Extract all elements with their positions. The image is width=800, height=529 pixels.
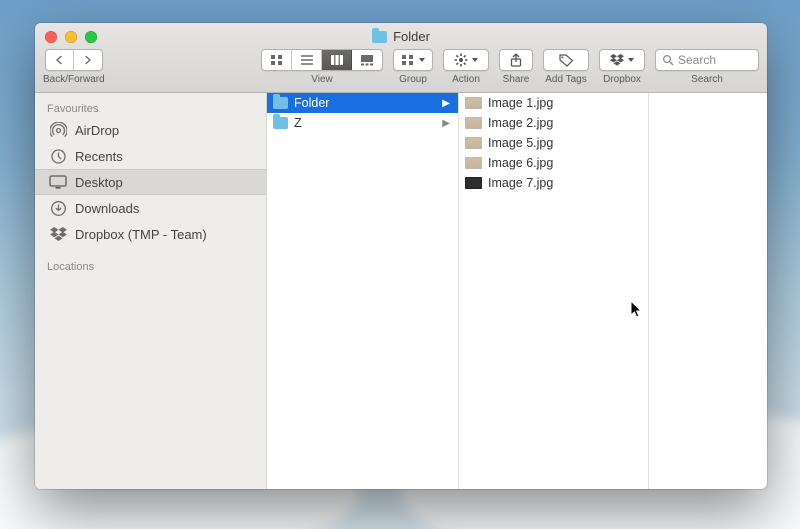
group-label: Group xyxy=(399,74,427,85)
list-item[interactable]: Folder ▶ xyxy=(267,93,458,113)
list-item-label: Folder xyxy=(294,96,329,110)
group-icon xyxy=(401,54,415,66)
column-2[interactable]: Image 1.jpg Image 2.jpg Image 5.jpg Imag… xyxy=(459,93,649,489)
list-item[interactable]: Image 6.jpg xyxy=(459,153,648,173)
chevron-down-icon xyxy=(628,58,634,62)
folder-icon xyxy=(273,97,288,109)
image-thumb-icon xyxy=(465,157,482,169)
back-button[interactable] xyxy=(46,50,74,70)
back-forward-group: Back/Forward xyxy=(43,49,105,85)
action-label: Action xyxy=(452,74,480,85)
sidebar-item-desktop[interactable]: Desktop xyxy=(35,169,266,195)
sidebar-item-airdrop[interactable]: AirDrop xyxy=(35,117,266,143)
chevron-right-icon: ▶ xyxy=(442,118,450,129)
list-item-label: Image 1.jpg xyxy=(488,96,553,110)
view-group: View xyxy=(261,49,383,85)
view-list[interactable] xyxy=(292,50,322,70)
folder-icon xyxy=(372,31,387,43)
dropbox-icon xyxy=(610,54,624,67)
share-label: Share xyxy=(503,74,530,85)
action-menu-group: Action xyxy=(443,49,489,85)
image-thumb-icon xyxy=(465,177,482,189)
window-body: Favourites AirDrop Recents Desktop xyxy=(35,93,767,489)
list-item[interactable]: Image 7.jpg xyxy=(459,173,648,193)
column-1[interactable]: Folder ▶ Z ▶ xyxy=(267,93,459,489)
add-tags-label: Add Tags xyxy=(545,74,587,85)
list-item[interactable]: Image 2.jpg xyxy=(459,113,648,133)
search-group: Search Search xyxy=(655,49,759,85)
list-item-label: Z xyxy=(294,116,302,130)
list-item[interactable]: Image 1.jpg xyxy=(459,93,648,113)
sidebar-item-downloads[interactable]: Downloads xyxy=(35,195,266,221)
toolbar: Back/Forward xyxy=(43,49,759,91)
share-button[interactable] xyxy=(499,49,533,71)
sidebar-header-locations: Locations xyxy=(35,257,266,275)
clock-icon xyxy=(49,147,67,165)
view-gallery[interactable] xyxy=(352,50,382,70)
sidebar-item-label: Dropbox (TMP - Team) xyxy=(75,227,207,242)
view-columns[interactable] xyxy=(322,50,352,70)
list-item-label: Image 2.jpg xyxy=(488,116,553,130)
action-menu-button[interactable] xyxy=(443,49,489,71)
sidebar: Favourites AirDrop Recents Desktop xyxy=(35,93,267,489)
share-icon xyxy=(510,53,522,67)
back-forward-label: Back/Forward xyxy=(43,74,105,85)
gear-icon xyxy=(454,53,468,67)
back-forward-segment xyxy=(45,49,103,71)
image-thumb-icon xyxy=(465,117,482,129)
share-group: Share xyxy=(499,49,533,85)
sidebar-item-dropbox[interactable]: Dropbox (TMP - Team) xyxy=(35,221,266,247)
sidebar-item-recents[interactable]: Recents xyxy=(35,143,266,169)
image-thumb-icon xyxy=(465,137,482,149)
window-title: Folder xyxy=(35,29,767,44)
airdrop-icon xyxy=(49,121,67,139)
column-3[interactable] xyxy=(649,93,767,489)
view-icon-grid[interactable] xyxy=(262,50,292,70)
sidebar-item-label: AirDrop xyxy=(75,123,119,138)
sidebar-item-label: Downloads xyxy=(75,201,139,216)
list-item[interactable]: Z ▶ xyxy=(267,113,458,133)
view-segment xyxy=(261,49,383,71)
group-menu-button[interactable] xyxy=(393,49,433,71)
list-item-label: Image 7.jpg xyxy=(488,176,553,190)
add-tags-button[interactable] xyxy=(543,49,589,71)
columns-icon xyxy=(330,54,344,66)
search-input[interactable]: Search xyxy=(655,49,759,71)
desktop-icon xyxy=(49,173,67,191)
sidebar-item-label: Recents xyxy=(75,149,123,164)
download-icon xyxy=(49,199,67,217)
search-placeholder: Search xyxy=(678,53,716,67)
grid-icon xyxy=(270,54,284,66)
sidebar-header-favourites: Favourites xyxy=(35,99,266,117)
dropbox-label: Dropbox xyxy=(603,74,641,85)
list-item-label: Image 5.jpg xyxy=(488,136,553,150)
dropbox-icon xyxy=(49,225,67,243)
image-thumb-icon xyxy=(465,97,482,109)
chevron-down-icon xyxy=(472,58,478,62)
column-view: Folder ▶ Z ▶ Image 1.jpg Image 2.jpg xyxy=(267,93,767,489)
dropbox-button[interactable] xyxy=(599,49,645,71)
dropbox-group: Dropbox xyxy=(599,49,645,85)
sidebar-item-label: Desktop xyxy=(75,175,123,190)
forward-button[interactable] xyxy=(74,50,102,70)
tag-icon xyxy=(559,54,574,67)
add-tags-group: Add Tags xyxy=(543,49,589,85)
titlebar: Folder Back/Forward xyxy=(35,23,767,93)
chevron-right-icon: ▶ xyxy=(442,98,450,109)
window-title-text: Folder xyxy=(393,29,430,44)
view-label: View xyxy=(311,74,333,85)
folder-icon xyxy=(273,117,288,129)
group-menu-group: Group xyxy=(393,49,433,85)
finder-window: Folder Back/Forward xyxy=(35,23,767,489)
list-item-label: Image 6.jpg xyxy=(488,156,553,170)
chevron-down-icon xyxy=(419,58,425,62)
list-icon xyxy=(300,54,314,66)
search-label: Search xyxy=(691,74,723,85)
search-icon xyxy=(662,54,674,66)
list-item[interactable]: Image 5.jpg xyxy=(459,133,648,153)
gallery-icon xyxy=(360,54,374,66)
